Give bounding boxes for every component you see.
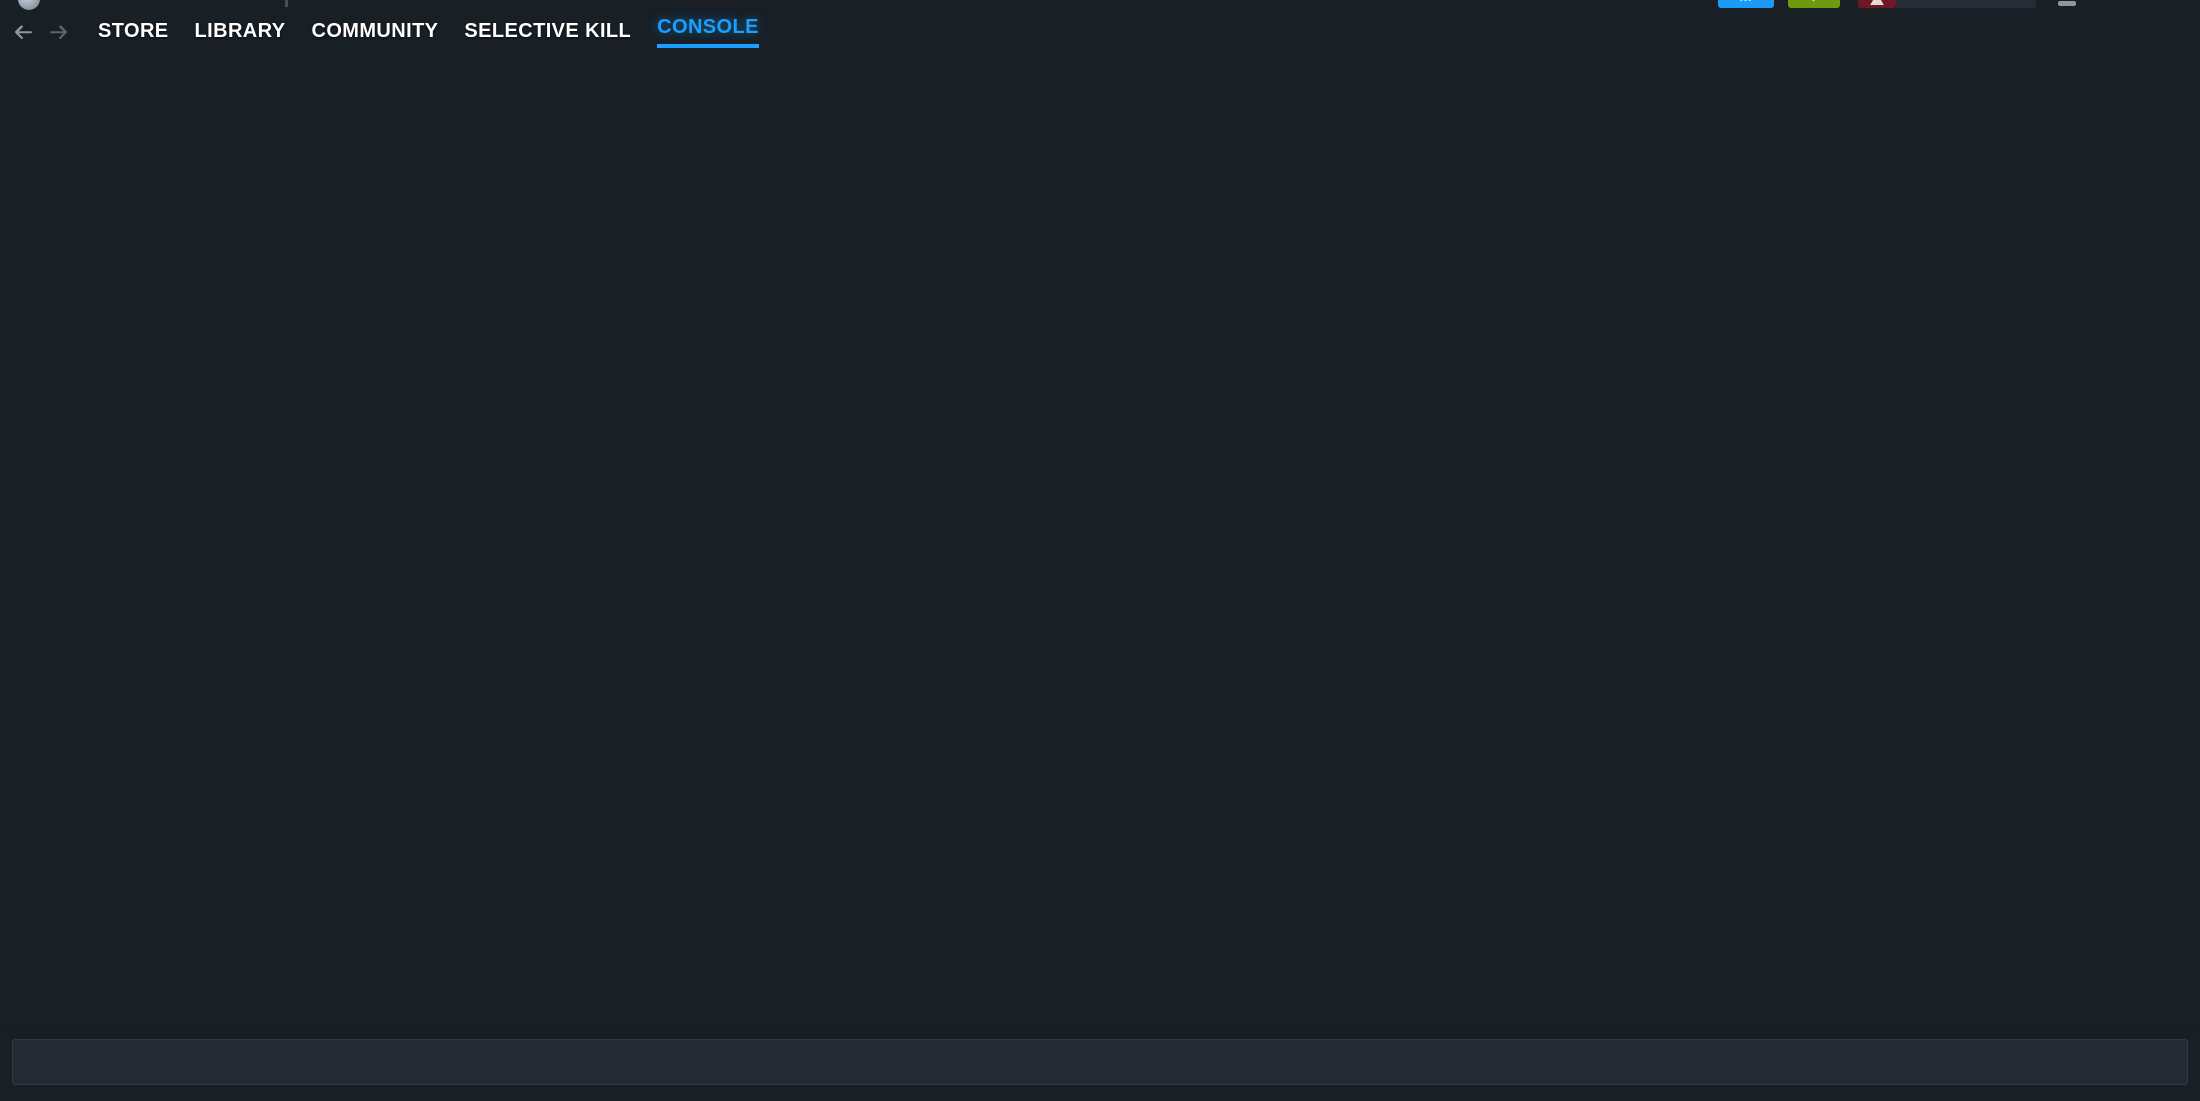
back-arrow-icon[interactable]: [10, 19, 36, 45]
console-command-input[interactable]: [12, 1039, 2188, 1085]
nav-tab-console[interactable]: CONSOLE: [657, 16, 759, 48]
forward-arrow-icon[interactable]: [46, 19, 72, 45]
console-output-panel: [0, 52, 2200, 1030]
library-tile-green-glyph: •: [1812, 0, 1816, 5]
console-input-row: [0, 1030, 2200, 1101]
nav-tab-community[interactable]: COMMUNITY: [312, 20, 439, 45]
nav-tab-store[interactable]: STORE: [98, 20, 169, 45]
library-tile-blue[interactable]: •••: [1718, 0, 1774, 8]
steam-logo-icon[interactable]: [18, 0, 40, 10]
library-tile-red[interactable]: [1858, 0, 1896, 8]
library-tile-blue-glyph: •••: [1740, 0, 1752, 5]
library-tile-strip[interactable]: [1896, 0, 2036, 8]
nav-tab-library[interactable]: LIBRARY: [195, 20, 286, 45]
minimize-button[interactable]: [2058, 1, 2076, 6]
window-chrome-strip: ••• •: [0, 0, 2200, 12]
library-tile-green[interactable]: •: [1788, 0, 1840, 8]
text-caret-icon: [285, 0, 288, 7]
console-output-text: [0, 52, 2200, 72]
main-navigation-bar: STORE LIBRARY COMMUNITY SELECTIVE KILL C…: [0, 12, 2200, 52]
nav-tab-selective-kill[interactable]: SELECTIVE KILL: [464, 20, 631, 45]
